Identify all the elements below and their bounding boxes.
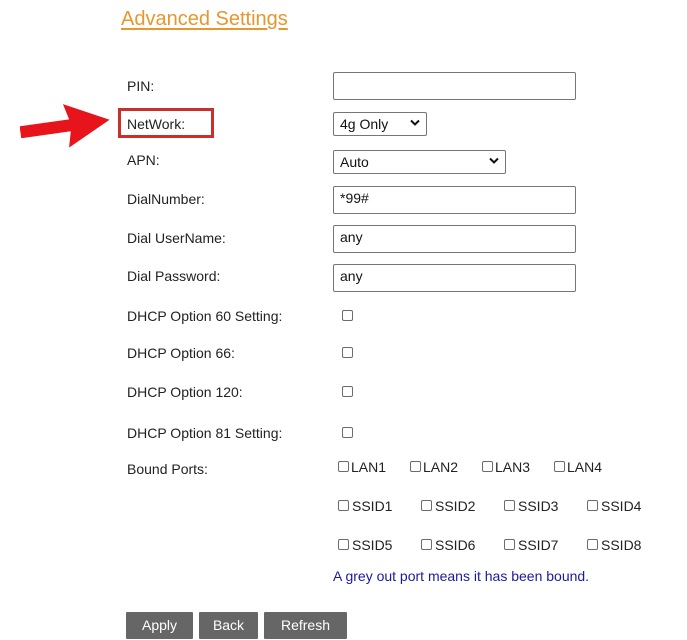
port-ssid2-label: SSID2 — [435, 498, 476, 514]
port-ssid4-label: SSID4 — [601, 498, 642, 514]
port-lan2-checkbox[interactable] — [410, 461, 421, 472]
chevron-down-icon — [489, 157, 499, 164]
refresh-button[interactable]: Refresh — [264, 612, 347, 639]
port-lan1-checkbox[interactable] — [338, 461, 349, 472]
dial-number-input[interactable]: *99# — [333, 186, 576, 214]
port-ssid7-checkbox[interactable] — [504, 539, 515, 550]
port-ssid2-checkbox[interactable] — [421, 500, 432, 511]
dhcp66-checkbox[interactable] — [342, 347, 353, 358]
dhcp60-checkbox[interactable] — [342, 310, 353, 321]
port-lan3-checkbox[interactable] — [482, 461, 493, 472]
network-select[interactable]: 4g Only — [333, 112, 427, 136]
dhcp120-checkbox[interactable] — [342, 386, 353, 397]
port-ssid6-label: SSID6 — [435, 537, 476, 553]
dial-password-input[interactable]: any — [333, 264, 576, 292]
port-lan4-checkbox[interactable] — [554, 461, 565, 472]
page-title: Advanced Settings — [121, 8, 288, 30]
apn-select-value: Auto — [340, 154, 369, 170]
back-button[interactable]: Back — [199, 612, 258, 639]
apply-button[interactable]: Apply — [126, 612, 193, 639]
port-ssid5-checkbox[interactable] — [338, 539, 349, 550]
port-ssid3-label: SSID3 — [518, 498, 559, 514]
dhcp120-label: DHCP Option 120: — [127, 384, 243, 400]
port-lan3-label: LAN3 — [495, 459, 531, 475]
port-lan4-label: LAN4 — [567, 459, 603, 475]
arrow-right-icon — [20, 104, 110, 148]
network-select-value: 4g Only — [340, 116, 389, 132]
apn-select[interactable]: Auto — [333, 150, 506, 174]
chevron-down-icon — [410, 119, 420, 126]
port-lan2-label: LAN2 — [423, 459, 459, 475]
port-ssid1-checkbox[interactable] — [338, 500, 349, 511]
port-ssid8-checkbox[interactable] — [587, 539, 598, 550]
port-ssid5-label: SSID5 — [352, 537, 393, 553]
dial-username-input[interactable]: any — [333, 225, 576, 253]
network-label: NetWork: — [127, 116, 186, 132]
port-ssid7-label: SSID7 — [518, 537, 559, 553]
pin-label: PIN: — [127, 78, 155, 94]
port-ssid6-checkbox[interactable] — [421, 539, 432, 550]
bound-ports-note: A grey out port means it has been bound. — [333, 568, 590, 584]
apn-label: APN: — [127, 152, 160, 168]
dhcp81-label: DHCP Option 81 Setting: — [127, 425, 283, 441]
port-ssid8-label: SSID8 — [601, 537, 642, 553]
dhcp81-checkbox[interactable] — [342, 427, 353, 438]
dhcp66-label: DHCP Option 66: — [127, 345, 235, 361]
dhcp60-label: DHCP Option 60 Setting: — [127, 308, 283, 324]
port-lan1-label: LAN1 — [351, 459, 387, 475]
port-ssid4-checkbox[interactable] — [587, 500, 598, 511]
bound-ports-label: Bound Ports: — [127, 461, 208, 477]
dial-username-label: Dial UserName: — [127, 230, 226, 246]
port-ssid1-label: SSID1 — [352, 498, 393, 514]
port-ssid3-checkbox[interactable] — [504, 500, 515, 511]
dial-number-label: DialNumber: — [127, 191, 205, 207]
pin-input[interactable] — [333, 72, 576, 100]
dial-password-label: Dial Password: — [127, 268, 221, 284]
